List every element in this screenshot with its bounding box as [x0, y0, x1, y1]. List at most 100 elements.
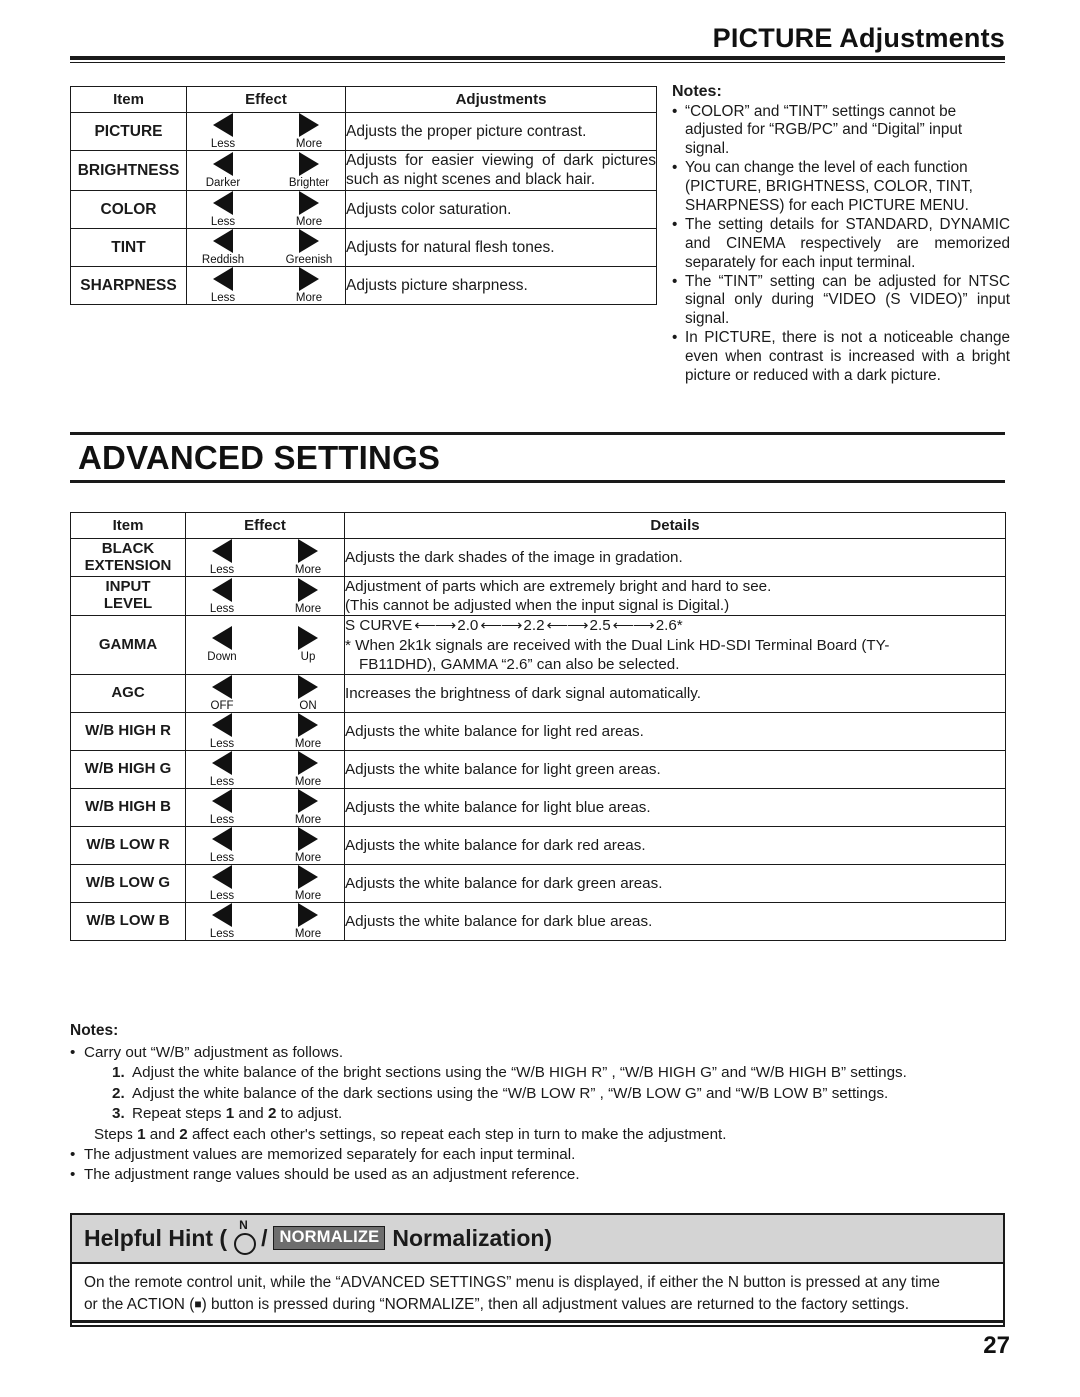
step-text: Repeat steps 1 and 2 to adjust.: [132, 1105, 343, 1123]
increase-control[interactable]: More: [280, 577, 336, 615]
row-effect-cell: Less More: [186, 265, 346, 306]
increase-control[interactable]: More: [281, 113, 337, 150]
effect-arrows: Less More: [186, 789, 344, 826]
arrow-right-icon: [298, 903, 318, 928]
row-details: Adjusts the white balance for light blue…: [344, 787, 1006, 828]
arrow-left-icon: [212, 577, 232, 602]
increase-control[interactable]: ON: [280, 674, 336, 712]
arrow-right-label: More: [295, 215, 323, 228]
note-text: The “TINT” setting can be adjusted for N…: [685, 272, 1010, 328]
table-row: W/B HIGH B Less More Adjusts the white bala…: [70, 787, 1006, 828]
arrow-left-label: Less: [209, 928, 235, 941]
helpful-hint-header: Helpful Hint ( N / NORMALIZE Normalizati…: [72, 1215, 1003, 1264]
row-description: Adjusts color saturation.: [345, 189, 657, 229]
arrow-left-icon: [212, 674, 232, 699]
table-row: COLOR Less More Adjusts color saturation.: [70, 189, 657, 229]
decrease-control[interactable]: Less: [194, 827, 250, 864]
decrease-control[interactable]: Less: [194, 903, 250, 940]
row-description: Adjusts the proper picture contrast.: [345, 111, 657, 152]
table-row: SHARPNESS Less More Adjusts picture sharpne…: [70, 265, 657, 306]
arrow-left-icon: [212, 903, 232, 928]
helpful-hint-slash: /: [261, 1224, 268, 1251]
arrow-right-icon: [298, 626, 318, 651]
row-item-label: GAMMA: [70, 615, 186, 675]
increase-control[interactable]: More: [280, 712, 336, 750]
detail-line: Adjustment of parts which are extremely …: [345, 578, 772, 596]
row-effect-cell: Darker Brighter: [186, 150, 346, 191]
increase-control[interactable]: More: [281, 190, 337, 228]
row-item-label: BRIGHTNESS: [70, 150, 187, 191]
decrease-control[interactable]: Less: [195, 266, 251, 304]
picture-adjustments-table-wrapper: Item Effect Adjustments PICTURE Less More A…: [70, 86, 657, 306]
column-header-item: Item: [70, 86, 187, 113]
table-header-row: Item Effect Details: [70, 512, 1006, 539]
effect-arrows: Less More: [186, 577, 344, 615]
increase-control[interactable]: More: [281, 266, 337, 304]
row-item-label: TINT: [70, 227, 187, 267]
effect-arrows: Less More: [186, 827, 344, 864]
row-item-label: AGC: [70, 673, 186, 713]
arrow-right-icon: [298, 827, 318, 852]
bullet-icon: •: [70, 1166, 76, 1184]
note-text: The setting details for STANDARD, DYNAMI…: [685, 215, 1010, 271]
decrease-control[interactable]: Less: [194, 712, 250, 750]
decrease-control[interactable]: Less: [194, 539, 250, 576]
detail-line: Increases the brightness of dark signal …: [345, 684, 701, 702]
decrease-control[interactable]: Less: [194, 789, 250, 826]
note-text: The adjustment values are memorized sepa…: [84, 1146, 576, 1164]
helpful-hint-body-line-2: or the ACTION (■) button is pressed duri…: [84, 1294, 991, 1316]
detail-line: Adjusts the white balance for dark red a…: [345, 837, 646, 855]
row-item-label: BLACK EXTENSION: [70, 537, 186, 578]
row-effect-cell: Less More: [186, 189, 346, 229]
arrow-left-label: Less: [209, 890, 235, 903]
gamma-footnote-line-2: FB11DHD), GAMMA “2.6” can also be select…: [359, 655, 680, 673]
row-effect-cell: Down Up: [185, 615, 345, 675]
page-number: 27: [983, 1332, 1010, 1359]
advanced-notes: Notes: • Carry out “W/B” adjustment as fo…: [70, 1022, 1010, 1186]
decrease-control[interactable]: Down: [194, 626, 250, 663]
decrease-control[interactable]: Reddish: [195, 228, 251, 266]
arrow-right-label: Greenish: [285, 253, 333, 266]
arrow-right-label: More: [294, 564, 322, 576]
effect-arrows: Less More: [187, 113, 345, 150]
gamma-arrow-icon: ⟵⟶: [414, 617, 456, 635]
decrease-control[interactable]: OFF: [194, 674, 250, 712]
arrow-right-icon: [298, 865, 318, 890]
note-item: • Carry out “W/B” adjustment as follows.: [70, 1043, 1010, 1063]
arrow-right-label: More: [295, 291, 323, 304]
row-details: Adjusts the white balance for dark red a…: [344, 826, 1006, 866]
increase-control[interactable]: More: [280, 789, 336, 826]
note-text: In PICTURE, there is not a noticeable ch…: [685, 329, 1010, 384]
decrease-control[interactable]: Less: [195, 113, 251, 150]
decrease-control[interactable]: Less: [195, 190, 251, 228]
gamma-value: 2.0: [457, 617, 479, 635]
row-effect-cell: Less More: [185, 711, 345, 751]
arrow-left-label: Darker: [205, 176, 241, 189]
page-title: PICTURE Adjustments: [712, 23, 1005, 53]
step-number: 2.: [112, 1084, 125, 1102]
footer-rule-thin: [70, 1325, 1005, 1326]
note-text: “COLOR” and “TINT” settings cannot be ad…: [685, 102, 963, 158]
decrease-control[interactable]: Less: [194, 577, 250, 615]
effect-arrows: Less More: [186, 539, 344, 576]
increase-control[interactable]: More: [280, 903, 336, 940]
row-item-label: W/B LOW B: [70, 902, 186, 942]
increase-control[interactable]: More: [280, 827, 336, 864]
effect-arrows: Down Up: [186, 626, 344, 663]
row-details: Adjusts the white balance for dark blue …: [344, 902, 1006, 942]
decrease-control[interactable]: Less: [194, 750, 250, 788]
increase-control[interactable]: More: [280, 539, 336, 576]
increase-control[interactable]: Greenish: [281, 228, 337, 266]
increase-control[interactable]: Brighter: [281, 151, 337, 189]
picture-adjustments-table: Item Effect Adjustments PICTURE Less More A…: [70, 86, 657, 306]
increase-control[interactable]: More: [280, 865, 336, 902]
arrow-right-label: More: [294, 890, 322, 903]
arrow-left-label: Less: [210, 215, 236, 228]
arrow-right-label: ON: [299, 699, 317, 712]
increase-control[interactable]: Up: [280, 626, 336, 663]
increase-control[interactable]: More: [280, 750, 336, 788]
row-item-label: PICTURE: [70, 111, 187, 152]
decrease-control[interactable]: Less: [194, 865, 250, 902]
arrow-left-icon: [213, 113, 233, 137]
decrease-control[interactable]: Darker: [195, 151, 251, 189]
